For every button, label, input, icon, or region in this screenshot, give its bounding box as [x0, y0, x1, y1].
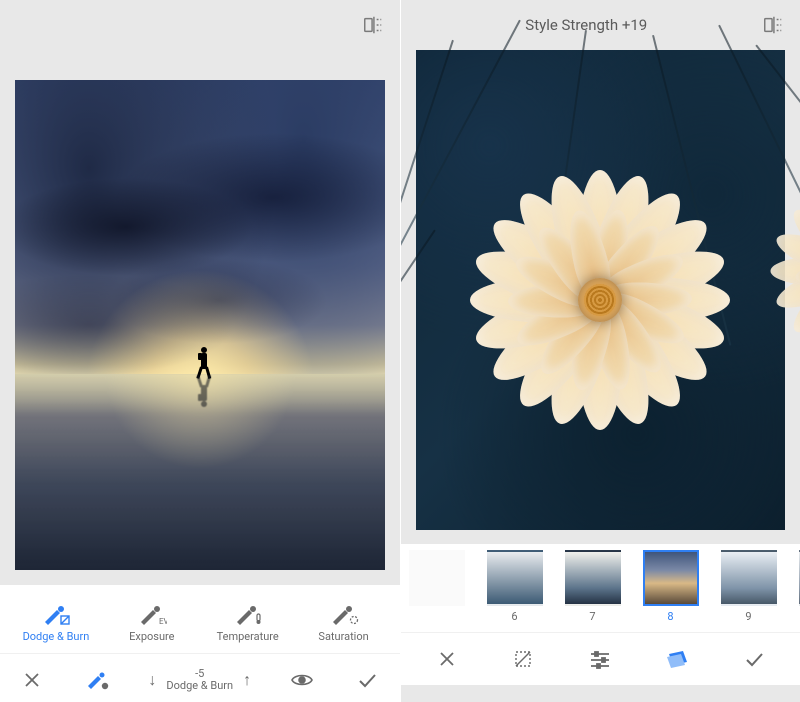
close-icon[interactable]: [18, 666, 46, 694]
action-row-right: [401, 632, 800, 685]
compare-icon[interactable]: [762, 14, 784, 36]
brush-temp-icon: [233, 602, 263, 626]
action-row-left: ↓ -5 Dodge & Burn ↑: [0, 653, 400, 702]
arrow-up-icon: ↑: [243, 670, 251, 690]
filter-label: 8: [667, 610, 673, 623]
image-canvas-left[interactable]: [15, 80, 385, 570]
topbar-left: [0, 0, 400, 50]
filter-6[interactable]: 6: [487, 550, 543, 623]
filter-strip[interactable]: 6 7 8 9 10: [401, 544, 800, 632]
layers-icon[interactable]: [657, 645, 697, 673]
sliders-icon[interactable]: [580, 645, 620, 673]
tool-exposure[interactable]: EV Exposure: [104, 602, 200, 643]
tool-label: Exposure: [129, 630, 174, 643]
filter-7[interactable]: 7: [565, 550, 621, 623]
image-canvas-right[interactable]: [416, 50, 786, 530]
brush-sat-icon: [329, 602, 359, 626]
compare-icon[interactable]: [362, 14, 384, 36]
tool-label: Dodge & Burn: [23, 630, 90, 643]
filter-prev[interactable]: [409, 550, 465, 623]
svg-text:EV: EV: [159, 617, 167, 626]
panel-style: Style Strength +19: [401, 0, 800, 702]
brush-tool-row: Dodge & Burn EV Exposure Temperature Sat…: [0, 585, 400, 653]
tool-label: Temperature: [217, 630, 279, 643]
adjust-label: Dodge & Burn: [166, 680, 233, 692]
filter-label: 9: [745, 610, 751, 623]
mask-icon[interactable]: [504, 645, 544, 673]
tool-dodge-burn[interactable]: Dodge & Burn: [8, 602, 104, 643]
close-icon[interactable]: [427, 645, 467, 673]
filter-9[interactable]: 9: [721, 550, 777, 623]
tool-label: Saturation: [318, 630, 368, 643]
eye-icon[interactable]: [288, 666, 316, 694]
filter-label: 6: [511, 610, 517, 623]
check-icon[interactable]: [734, 645, 774, 673]
brush-mask-icon[interactable]: [83, 666, 111, 694]
brush-ev-icon: EV: [137, 602, 167, 626]
tool-saturation[interactable]: Saturation: [296, 602, 392, 643]
arrow-down-icon: ↓: [148, 670, 156, 690]
adjust-readout[interactable]: ↓ -5 Dodge & Burn ↑: [148, 668, 251, 692]
topbar-right: Style Strength +19: [401, 0, 800, 50]
panel-brush: Dodge & Burn EV Exposure Temperature Sat…: [0, 0, 401, 702]
check-icon[interactable]: [353, 666, 381, 694]
filter-8[interactable]: 8: [643, 550, 699, 623]
filter-label: 7: [589, 610, 595, 623]
brush-icon: [41, 602, 71, 626]
tool-temperature[interactable]: Temperature: [200, 602, 296, 643]
